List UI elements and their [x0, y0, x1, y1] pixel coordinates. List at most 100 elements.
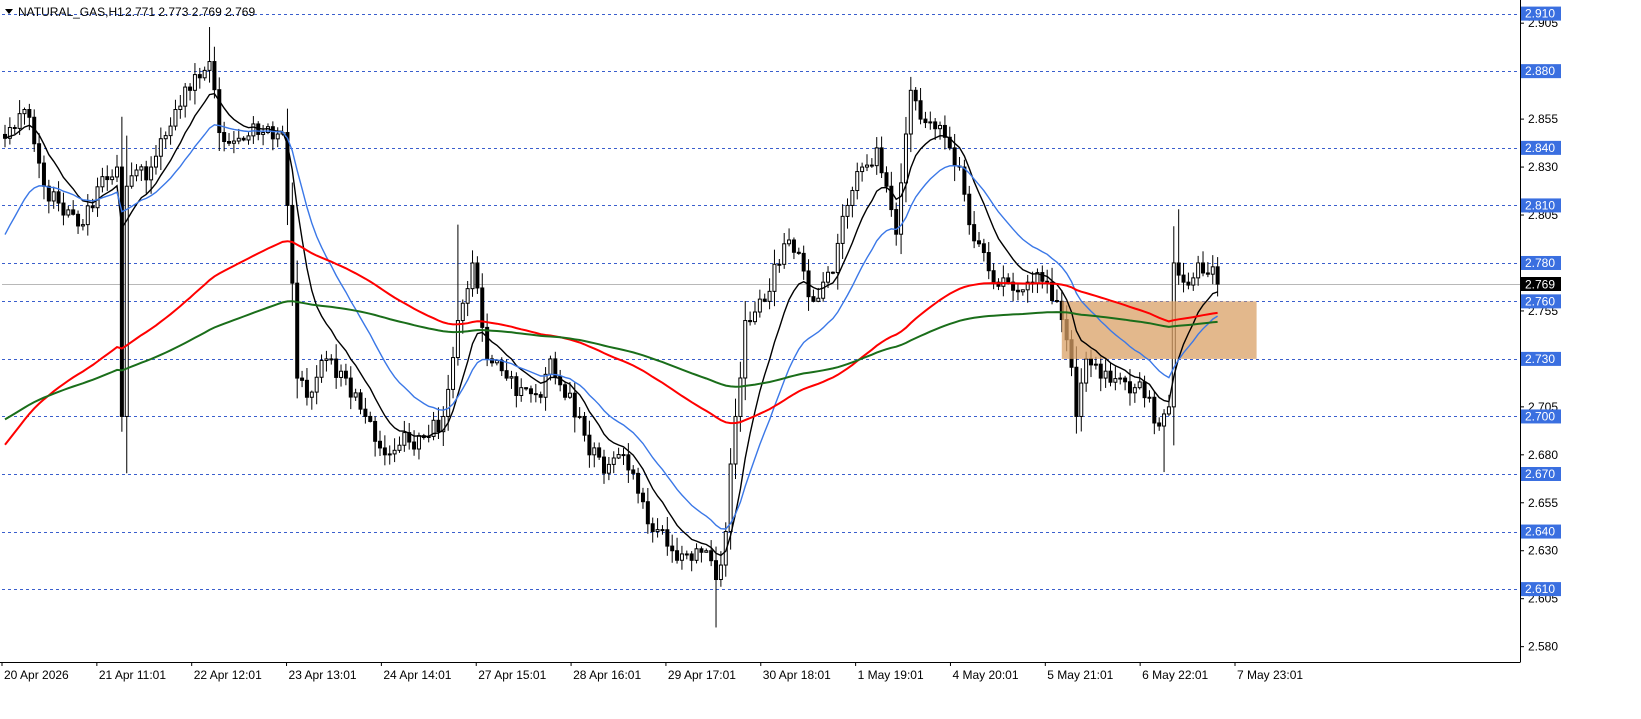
candle-bear: [991, 270, 996, 283]
candle-bear: [1181, 274, 1186, 283]
candle-bear: [12, 127, 17, 130]
candle-bear: [1108, 370, 1113, 383]
candle-bull: [821, 281, 826, 299]
candle-bear: [504, 370, 509, 379]
candle-bear: [884, 172, 889, 187]
candle-bull: [1166, 406, 1171, 415]
candle-bull: [1191, 277, 1196, 286]
candle-bear: [830, 271, 835, 274]
candle-bull: [153, 155, 158, 168]
price-chart[interactable]: 2.9052.8802.8552.8302.8052.7802.7552.730…: [0, 0, 1641, 719]
candle-bull: [149, 166, 154, 181]
level-label: 2.700: [1525, 409, 1555, 423]
candle-bull: [1103, 370, 1108, 379]
x-tick-label: 27 Apr 15:01: [478, 668, 546, 682]
candle-bull: [202, 69, 207, 79]
candle-bull: [816, 297, 821, 302]
candle-bear: [368, 415, 373, 422]
ohlc-values: 2.771 2.773 2.769 2.769: [125, 5, 255, 19]
candle-bear: [553, 358, 558, 377]
candle-bull: [1162, 413, 1167, 427]
candle-bear: [879, 147, 884, 174]
y-tick-label: 2.830: [1528, 160, 1558, 174]
x-tick-label: 24 Apr 14:01: [383, 668, 451, 682]
candle-bear: [1074, 366, 1079, 417]
candle-bull: [752, 311, 757, 323]
candle-bull: [840, 215, 845, 244]
candle-bear: [227, 141, 232, 144]
candle-bear: [801, 252, 806, 272]
candle-bull: [319, 360, 324, 378]
level-label: 2.840: [1525, 141, 1555, 155]
candle-bull: [743, 320, 748, 379]
y-tick-label: 2.655: [1528, 496, 1558, 510]
candle-bear: [76, 213, 81, 227]
candle-bull: [465, 288, 470, 304]
candle-bull: [519, 387, 524, 397]
candle-bear: [689, 553, 694, 561]
candle-bear: [894, 209, 899, 235]
candle-bull: [855, 171, 860, 192]
candle-bull: [455, 320, 460, 359]
supply-demand-zone[interactable]: [1061, 301, 1257, 359]
candle-bear: [71, 209, 76, 215]
candle-bear: [972, 224, 977, 242]
candle-bull: [928, 121, 933, 124]
level-label: 2.610: [1525, 582, 1555, 596]
symbol-label: NATURAL_GAS,H1: [18, 5, 124, 19]
candle-bear: [675, 550, 680, 561]
candle-bull: [1079, 382, 1084, 417]
candle-bull: [577, 415, 582, 418]
candle-bear: [918, 100, 923, 120]
candle-bear: [188, 86, 193, 91]
candle-bull: [592, 447, 597, 456]
level-label: 2.760: [1525, 294, 1555, 308]
candle-bear: [587, 434, 592, 456]
candle-bear: [1040, 272, 1045, 282]
candle-bear: [791, 239, 796, 253]
candle-bull: [860, 166, 865, 173]
candle-bull: [309, 391, 314, 398]
level-label: 2.780: [1525, 256, 1555, 270]
x-tick-label: 28 Apr 16:01: [573, 668, 641, 682]
candle-bear: [1089, 358, 1094, 366]
candle-bull: [207, 61, 212, 71]
candle-bear: [46, 185, 51, 202]
candle-bull: [1137, 381, 1142, 389]
candle-bear: [597, 447, 602, 458]
candle-bear: [212, 61, 217, 91]
candle-bull: [100, 176, 105, 188]
candle-bear: [626, 454, 631, 471]
candle-bear: [241, 137, 246, 141]
level-label: 2.730: [1525, 352, 1555, 366]
candle-bull: [460, 302, 465, 322]
candle-bull: [718, 564, 723, 581]
y-tick-label: 2.630: [1528, 544, 1558, 558]
candle-bull: [110, 176, 115, 181]
candle-bull: [115, 166, 120, 178]
candle-bear: [665, 529, 670, 547]
candle-bull: [173, 109, 178, 127]
candle-bull: [606, 463, 611, 474]
candle-bull: [787, 239, 792, 245]
candle-bull: [938, 124, 943, 130]
candle-bull: [95, 186, 100, 209]
candle-bear: [197, 74, 202, 79]
candle-bull: [738, 377, 743, 417]
x-tick-label: 29 Apr 17:01: [668, 668, 736, 682]
candle-bear: [300, 377, 305, 381]
candle-bear: [1123, 377, 1128, 383]
x-tick-label: 20 Apr 2026: [4, 668, 69, 682]
candle-bull: [192, 74, 197, 91]
candle-bull: [767, 290, 772, 302]
candle-bear: [602, 456, 607, 474]
level-label: 2.640: [1525, 525, 1555, 539]
candle-bear: [1152, 396, 1157, 424]
candle-bear: [329, 358, 334, 361]
x-tick-label: 6 May 22:01: [1142, 668, 1208, 682]
candle-bull: [51, 191, 56, 202]
candle-bear: [1015, 289, 1020, 293]
candle-bear: [475, 262, 480, 289]
candle-bull: [17, 113, 22, 129]
candle-bull: [139, 166, 144, 171]
